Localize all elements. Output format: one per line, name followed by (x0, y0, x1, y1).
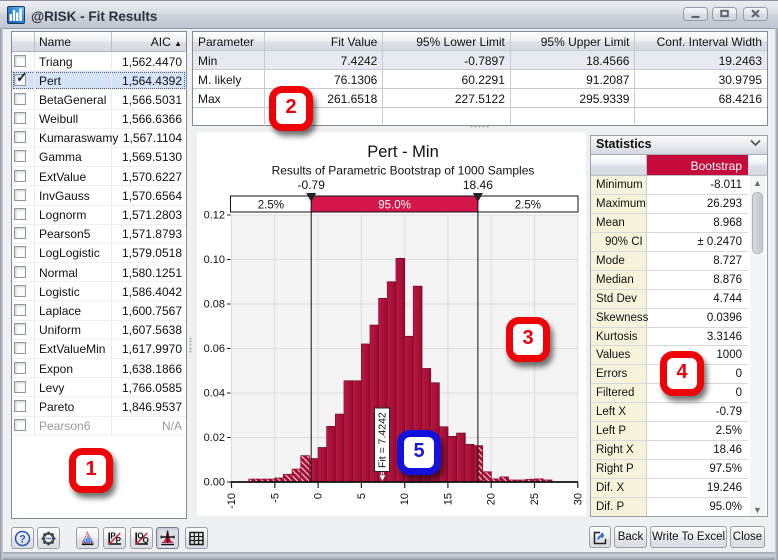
svg-text:30: 30 (572, 493, 584, 505)
svg-text:-5: -5 (269, 493, 281, 503)
svg-text:2.5%: 2.5% (515, 200, 541, 212)
svg-text:Results of Parametric Bootstra: Results of Parametric Bootstrap of 1000 … (272, 164, 535, 178)
svg-text:?: ? (19, 534, 26, 546)
svg-text:20: 20 (486, 493, 498, 505)
svg-text:25: 25 (529, 493, 541, 505)
svg-text:15: 15 (442, 493, 454, 505)
svg-text:18.46: 18.46 (463, 178, 493, 192)
svg-text:0.12: 0.12 (204, 210, 225, 222)
svg-text:-10: -10 (226, 493, 238, 509)
svg-text:0.10: 0.10 (204, 254, 225, 266)
svg-text:Q: Q (143, 536, 149, 545)
svg-text:0.08: 0.08 (204, 299, 225, 311)
svg-text:0: 0 (313, 493, 325, 499)
svg-text:P: P (116, 536, 122, 545)
svg-text:2.5%: 2.5% (258, 200, 284, 212)
svg-text:0.02: 0.02 (204, 432, 225, 444)
svg-text:0.06: 0.06 (204, 343, 225, 355)
svg-text:0.04: 0.04 (204, 388, 225, 400)
svg-text:-0.79: -0.79 (298, 178, 326, 192)
svg-text:10: 10 (399, 493, 411, 505)
svg-text:Fit = 7.4242: Fit = 7.4242 (377, 412, 389, 468)
svg-text:95.0%: 95.0% (378, 200, 411, 212)
svg-text:0.00: 0.00 (204, 477, 225, 489)
svg-text:5: 5 (356, 493, 368, 499)
svg-text:Pert - Min: Pert - Min (367, 143, 439, 161)
